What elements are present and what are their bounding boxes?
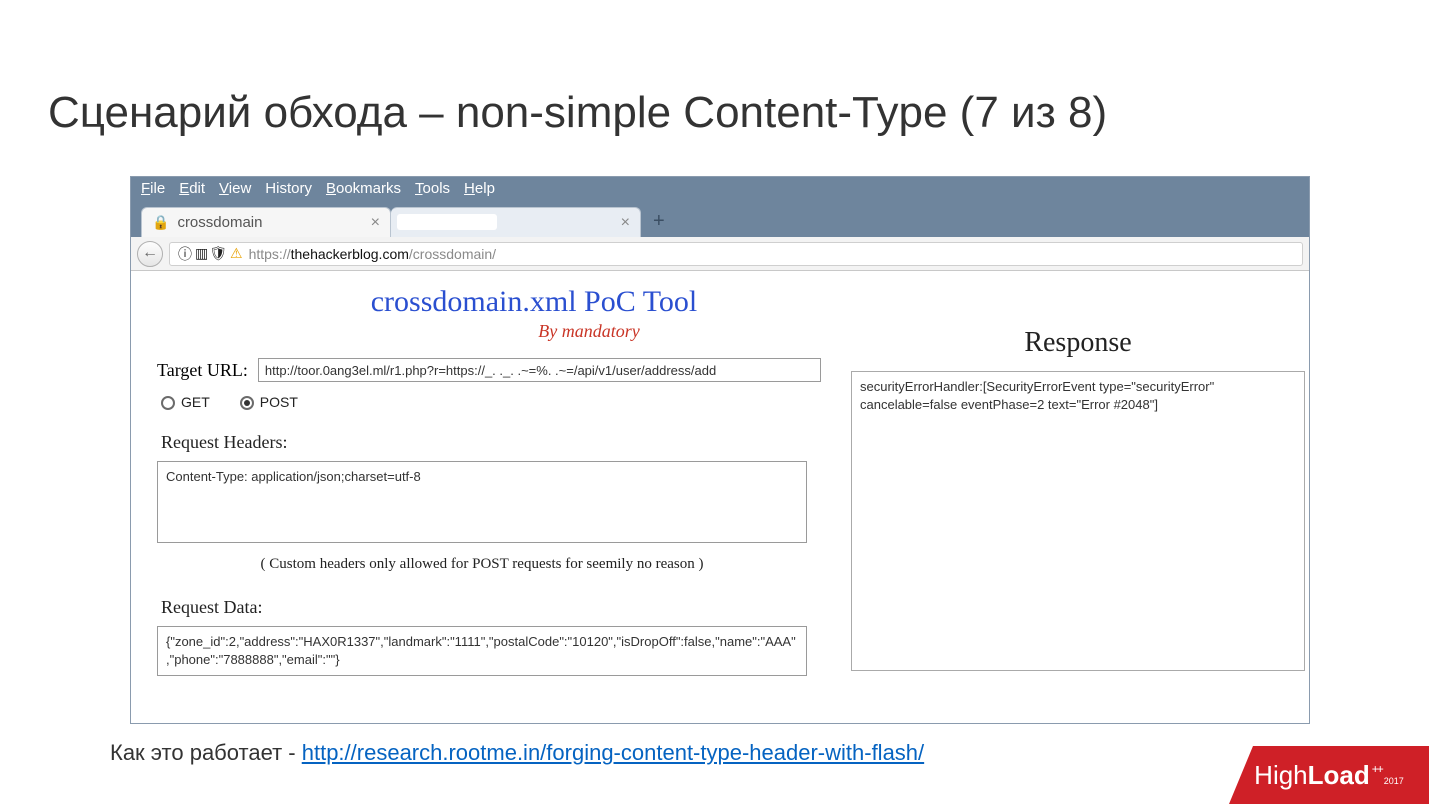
caption-link[interactable]: http://research.rootme.in/forging-conten… — [302, 740, 924, 765]
menu-view[interactable]: View — [219, 180, 251, 197]
url-text: https://thehackerblog.com/crossdomain/ — [249, 246, 496, 262]
response-output: securityErrorHandler:[SecurityErrorEvent… — [851, 371, 1305, 671]
new-tab-button[interactable]: + — [653, 210, 665, 233]
menu-help[interactable]: Help — [464, 180, 495, 197]
target-url-input[interactable] — [258, 358, 821, 382]
response-title: Response — [851, 327, 1305, 359]
headers-note: ( Custom headers only allowed for POST r… — [157, 556, 807, 573]
tool-subtitle: By mandatory — [157, 321, 821, 342]
http-method-radio-group: GET POST — [161, 394, 821, 410]
reader-icon[interactable]: ▥ — [195, 245, 206, 262]
lock-icon: 🔒 — [152, 214, 169, 231]
slide-caption: Как это работает - http://research.rootm… — [110, 740, 924, 766]
tab-redacted[interactable]: × — [391, 207, 641, 237]
menu-file[interactable]: File — [141, 180, 165, 197]
tab-crossdomain[interactable]: 🔒 crossdomain × — [141, 207, 391, 237]
radio-icon — [161, 396, 175, 410]
close-icon[interactable]: × — [371, 214, 380, 232]
menu-bookmarks[interactable]: Bookmarks — [326, 180, 401, 197]
menu-history[interactable]: History — [265, 180, 312, 197]
browser-menu-bar: File Edit View History Bookmarks Tools H… — [131, 177, 1309, 201]
address-toolbar: ← ⓘ ▥ 🛡 ⚠ https://thehackerblog.com/cros… — [131, 237, 1309, 271]
warning-icon[interactable]: ⚠ — [230, 245, 243, 262]
radio-post[interactable]: POST — [240, 394, 298, 410]
page-content: crossdomain.xml PoC Tool By mandatory Ta… — [131, 271, 1309, 724]
shield-icon[interactable]: 🛡 — [209, 245, 227, 262]
menu-tools[interactable]: Tools — [415, 180, 450, 197]
radio-icon-selected — [240, 396, 254, 410]
tab-strip: 🔒 crossdomain × × + — [131, 201, 1309, 237]
target-url-label: Target URL: — [157, 360, 248, 381]
menu-edit[interactable]: Edit — [179, 180, 205, 197]
request-data-input[interactable] — [157, 626, 807, 676]
tab-label: crossdomain — [177, 214, 262, 231]
browser-window: File Edit View History Bookmarks Tools H… — [130, 176, 1310, 724]
highload-badge: HighLoad++2017 — [1229, 746, 1429, 804]
back-button[interactable]: ← — [137, 241, 163, 267]
slide-title: Сценарий обхода – non-simple Content-Typ… — [48, 88, 1107, 138]
request-headers-input[interactable] — [157, 461, 807, 543]
request-data-label: Request Data: — [161, 597, 821, 618]
request-headers-label: Request Headers: — [161, 432, 821, 453]
radio-get[interactable]: GET — [161, 394, 210, 410]
info-icon[interactable]: ⓘ — [178, 244, 192, 264]
tool-title: crossdomain.xml PoC Tool — [157, 285, 821, 319]
close-icon[interactable]: × — [621, 214, 630, 232]
url-bar[interactable]: ⓘ ▥ 🛡 ⚠ https://thehackerblog.com/crossd… — [169, 242, 1303, 266]
